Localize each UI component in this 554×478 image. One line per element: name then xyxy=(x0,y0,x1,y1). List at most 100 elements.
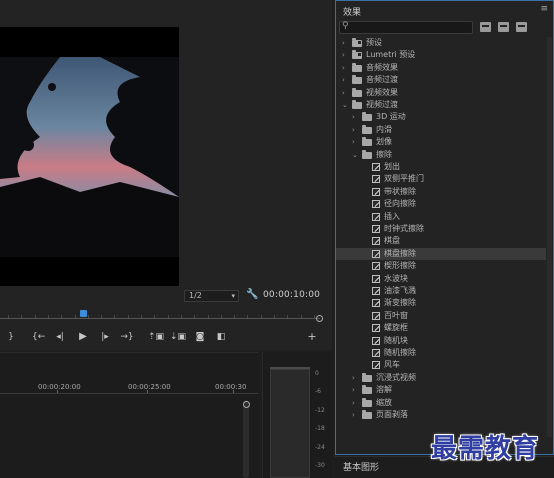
wrench-icon[interactable]: 🔧 xyxy=(246,289,258,301)
effect-item[interactable]: 随机擦除 xyxy=(336,347,546,359)
folder-label: 内滑 xyxy=(376,124,392,134)
effect-item[interactable]: 油漆飞溅 xyxy=(336,285,546,297)
panel-menu-icon[interactable]: ≡ xyxy=(540,4,548,14)
chevron-right-icon[interactable]: › xyxy=(352,124,355,136)
chevron-right-icon[interactable]: › xyxy=(342,62,345,74)
effect-item[interactable]: 时钟式擦除 xyxy=(336,223,546,235)
effect-item[interactable]: 楔形擦除 xyxy=(336,260,546,272)
ruler-label: 00:00:20:00 xyxy=(38,383,81,391)
ruler-label: 00:00:30 xyxy=(215,383,247,391)
scrubber-tick xyxy=(21,315,23,318)
folder-item[interactable]: › 页面剥落 xyxy=(336,409,546,421)
search-input[interactable] xyxy=(352,22,470,33)
transition-effect-icon xyxy=(372,237,380,246)
effect-item[interactable]: 水波块 xyxy=(336,273,546,285)
resolution-select[interactable]: 1/2 ▾ xyxy=(184,290,239,302)
chevron-right-icon[interactable]: › xyxy=(352,372,355,384)
folder-item[interactable]: › 内滑 xyxy=(336,124,546,136)
chevron-right-icon[interactable]: › xyxy=(352,397,355,409)
chevron-right-icon[interactable]: › xyxy=(352,409,355,421)
chevron-right-icon[interactable]: › xyxy=(352,384,355,396)
compare-icon[interactable]: ◧ xyxy=(214,330,228,344)
effect-label: 双侧平推门 xyxy=(384,174,424,184)
effects-search[interactable]: ⚲ xyxy=(339,21,473,34)
export-frame-icon[interactable]: ◙ xyxy=(194,330,206,344)
essential-graphics-title: 基本图形 xyxy=(343,463,380,473)
effects-scrollbar[interactable] xyxy=(547,37,552,437)
transition-effect-icon xyxy=(372,225,380,233)
program-scrubber[interactable] xyxy=(0,310,326,324)
step-back-icon[interactable]: ◂| xyxy=(54,330,66,344)
effect-label: 风车 xyxy=(384,360,400,370)
32bit-effects-icon[interactable] xyxy=(498,22,509,32)
effect-item[interactable]: 螺旋框 xyxy=(336,322,546,334)
play-icon[interactable]: ▶ xyxy=(77,330,89,344)
folder-item[interactable]: › 视频效果 xyxy=(336,87,546,99)
effect-item[interactable]: 风车 xyxy=(336,359,546,371)
yuv-effects-icon[interactable] xyxy=(516,22,527,32)
chevron-down-icon[interactable]: ⌄ xyxy=(352,149,358,161)
effect-label: 油漆飞溅 xyxy=(384,286,416,295)
effect-label: 棋盘 xyxy=(384,236,400,246)
video-frame-image xyxy=(0,27,179,286)
zoom-handle[interactable] xyxy=(316,315,323,322)
effect-item[interactable]: 棋盘 xyxy=(336,235,546,247)
scrubber-tick xyxy=(114,315,116,318)
effect-label: 水波块 xyxy=(384,273,408,283)
folder-item[interactable]: › 预设 xyxy=(336,37,546,49)
go-to-out-icon[interactable]: →} xyxy=(120,330,134,344)
transition-effect-icon xyxy=(372,175,380,184)
timeline-scroll-handle[interactable] xyxy=(243,401,250,408)
folder-label: 预设 xyxy=(366,38,382,47)
meter-label: -6 xyxy=(315,388,321,395)
ruler-tick xyxy=(147,390,148,393)
folder-item[interactable]: › Lumetri 预设 xyxy=(336,49,546,61)
folder-item[interactable]: › 音频效果 xyxy=(336,62,546,74)
folder-item[interactable]: › 沉浸式视频 xyxy=(336,372,546,384)
chevron-right-icon[interactable]: › xyxy=(342,74,345,86)
transition-effect-icon xyxy=(372,336,380,345)
effect-item[interactable]: 带状擦除 xyxy=(336,186,546,198)
effect-item[interactable]: 渐变擦除 xyxy=(336,297,546,309)
transition-effect-icon xyxy=(372,287,380,295)
effect-item[interactable]: 径向擦除 xyxy=(336,198,546,210)
folder-item[interactable]: › 3D 运动 xyxy=(336,111,546,123)
accelerated-effects-icon[interactable] xyxy=(480,22,491,32)
add-icon[interactable]: + xyxy=(306,330,318,344)
go-to-in-icon[interactable]: {← xyxy=(32,330,45,344)
chevron-right-icon[interactable]: › xyxy=(352,136,355,148)
effect-item[interactable]: 百叶窗 xyxy=(336,310,546,322)
folder-item[interactable]: › 溶解 xyxy=(336,384,546,396)
program-timecode[interactable]: 00:00:10:00 xyxy=(263,290,320,300)
extract-icon[interactable]: ⇣▣ xyxy=(170,330,186,344)
chevron-right-icon[interactable]: › xyxy=(342,49,345,61)
folder-label: 溶解 xyxy=(376,385,392,395)
scrubber-tick xyxy=(127,315,129,318)
effect-label: 径向擦除 xyxy=(384,199,416,209)
scrubber-tick xyxy=(300,315,302,318)
chevron-right-icon[interactable]: › xyxy=(352,111,355,123)
folder-item[interactable]: ⌄ 视频过渡 xyxy=(336,99,546,111)
playhead-marker[interactable] xyxy=(80,310,87,317)
effect-item[interactable]: 插入 xyxy=(336,211,546,223)
effect-item[interactable]: 双侧平推门 xyxy=(336,173,546,185)
folder-item[interactable]: ⌄ 擦除 xyxy=(336,149,546,161)
timeline-scrollbar[interactable] xyxy=(243,400,249,478)
folder-item[interactable]: › 缩放 xyxy=(336,397,546,409)
chevron-down-icon: ▾ xyxy=(231,292,235,300)
lift-icon[interactable]: ⇡▣ xyxy=(148,330,164,344)
folder-item[interactable]: › 划像 xyxy=(336,136,546,148)
effect-label: 楔形擦除 xyxy=(384,261,416,271)
folder-item[interactable]: › 音频过渡 xyxy=(336,74,546,86)
mark-out-icon[interactable]: } xyxy=(6,330,16,344)
time-ruler[interactable] xyxy=(0,393,258,394)
video-preview xyxy=(0,27,179,286)
step-forward-icon[interactable]: |▸ xyxy=(99,330,111,344)
chevron-right-icon[interactable]: › xyxy=(342,37,345,49)
chevron-right-icon[interactable]: › xyxy=(342,87,345,99)
effect-item[interactable]: 随机块 xyxy=(336,335,546,347)
scrubber-tick xyxy=(47,315,49,318)
effect-item[interactable]: 棋盘擦除 xyxy=(336,247,546,261)
effect-item[interactable]: 划出 xyxy=(336,161,546,173)
chevron-down-icon[interactable]: ⌄ xyxy=(342,99,348,111)
